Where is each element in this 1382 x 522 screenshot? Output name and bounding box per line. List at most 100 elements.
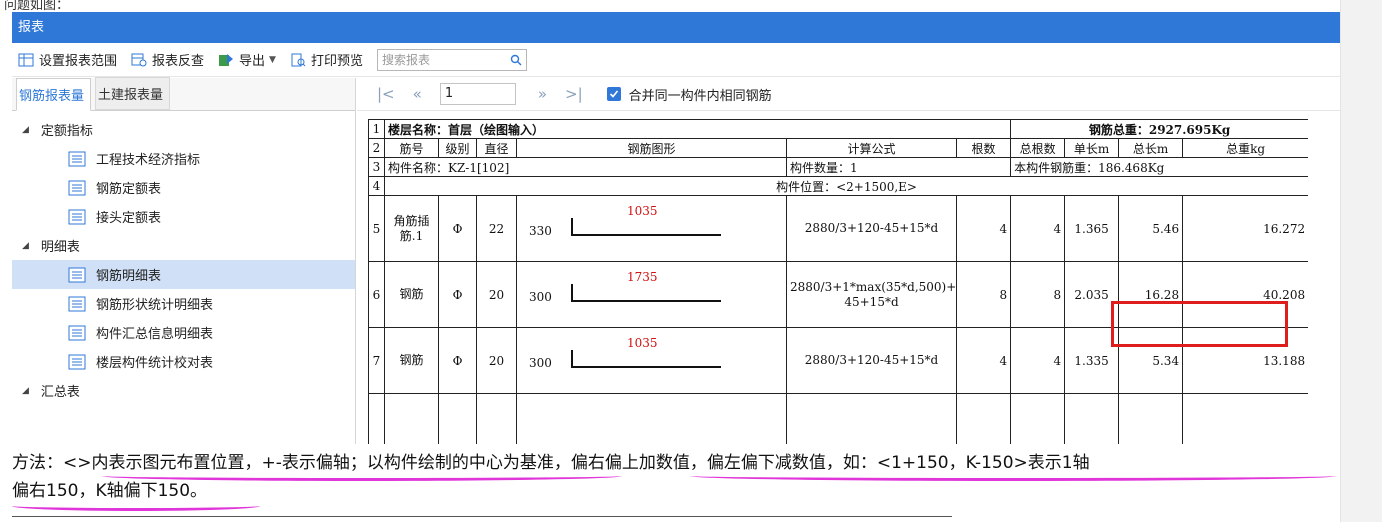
total-weight: 钢筋总重：2927.695Kg [1010,119,1308,139]
print-preview-label: 打印预览 [310,54,363,69]
rebar-total-count: 4 [1010,195,1066,262]
header-cell: 总根数 [1010,138,1066,158]
toolbar: 设置报表范围 报表反查 导出 ▼ 打印预览 搜索报表 [12,43,1340,77]
empty-cell [438,393,477,444]
empty-cell [786,393,957,444]
next-page-icon[interactable]: » [538,85,547,103]
header-cell: 级别 [438,138,477,158]
rebar-formula: 2880/3+120-45+15*d [786,327,957,394]
header-cell: 总重kg [1182,138,1308,158]
rebar-total-weight: 13.188 [1182,327,1308,394]
tab-civil-report[interactable]: 土建报表量 [95,77,171,110]
shape-left-length: 330 [529,224,552,238]
page-number-input[interactable]: 1 [439,83,516,105]
tree-item-economic-index[interactable]: 工程技术经济指标 [12,144,355,173]
tree-group-detail[interactable]: ◢ 明细表 [12,231,355,260]
report-doc-icon [68,180,86,195]
report-table: 1 楼层名称：首层（绘图输入） 钢筋总重：2927.695Kg 2 筋号 级别 … [368,119,1308,444]
search-icon[interactable] [510,54,522,66]
report-doc-icon [68,354,86,369]
empty-cell [1010,393,1066,444]
rebar-diameter: 20 [476,327,517,394]
component-weight: 本构件钢筋重：186.468Kg [1010,157,1308,177]
row-number: 6 [368,261,385,328]
rebar-diameter: 20 [476,261,517,328]
floor-name: 楼层名称：首层（绘图输入） [383,119,1012,139]
tab-rebar-report[interactable]: 钢筋报表量 [16,78,92,111]
merge-checkbox[interactable] [606,87,621,101]
header-cell: 根数 [955,138,1012,158]
last-page-icon[interactable]: >| [565,85,583,103]
row-number: 2 [368,138,385,158]
merge-label: 合并同一构件内相同钢筋 [628,88,772,104]
set-range-button[interactable]: 设置报表范围 [18,50,117,69]
check-icon [609,90,618,98]
empty-cell [1182,393,1308,444]
tree-item-shape-stats[interactable]: 钢筋形状统计明细表 [12,289,355,318]
collapse-triangle-icon[interactable]: ◢ [22,386,29,396]
row-number: 4 [368,176,385,196]
range-icon [18,53,34,66]
report-type-tabs: 钢筋报表量 土建报表量 [12,77,355,111]
export-button[interactable]: 导出 ▼ [218,50,276,69]
collapse-triangle-icon[interactable]: ◢ [22,241,29,251]
rebar-name: 钢筋 [384,327,439,394]
report-row-position: 4 构件位置：<2+1500,E> [368,176,1308,196]
report-window: 报表 设置报表范围 报表反查 导出 ▼ 打印预览 搜索报表 钢筋报表量 土建报表… [12,12,1340,444]
tree-group-quota[interactable]: ◢ 定额指标 [12,115,355,144]
report-view: |< « 1 » >| 合并同一构件内相同钢筋 1 楼层名称：首层（绘图输入） [357,78,1340,444]
rebar-shape: 300 1735 [516,261,787,328]
report-row-component: 3 构件名称：KZ-1[102] 构件数量：1 本构件钢筋重：186.468Kg [368,157,1308,177]
report-row-floor: 1 楼层名称：首层（绘图输入） 钢筋总重：2927.695Kg [368,119,1308,139]
tree-item-rebar-quota[interactable]: 钢筋定额表 [12,173,355,202]
rebar-shape: 330 1035 [516,195,787,262]
rebar-formula: 2880/3+1*max(35*d,500)+120-45+15*d [786,261,957,328]
shape-drawing [571,218,721,236]
report-doc-icon [68,209,86,224]
rebar-name: 角筋插筋.1 [384,195,439,262]
tree-item-joint-quota[interactable]: 接头定额表 [12,202,355,231]
rebar-count: 4 [955,195,1012,262]
rebar-diameter: 22 [476,195,517,262]
report-list-panel: 钢筋报表量 土建报表量 ◢ 定额指标 工程技术经济指标 钢筋定额表 接头定额表 … [12,77,356,444]
tree-item-label: 工程技术经济指标 [96,153,201,168]
set-range-label: 设置报表范围 [39,54,118,69]
tree-item-rebar-detail[interactable]: 钢筋明细表 [12,260,355,289]
reverse-lookup-label: 报表反查 [152,54,205,69]
rebar-grade: Φ [438,261,477,328]
prev-page-icon[interactable]: « [413,85,422,103]
header-cell: 计算公式 [786,138,957,158]
outer-top-text: 问题如图： [4,0,70,12]
note-line-2: 偏右150，K轴偏下150。 [12,481,208,501]
tree-item-component-summary[interactable]: 构件汇总信息明细表 [12,318,355,347]
rebar-row: 6 钢筋 Φ 20 300 1735 2880/3+1*max(35*d,500… [368,261,1308,328]
rebar-name: 钢筋 [384,261,439,328]
tree-item-floor-check[interactable]: 楼层构件统计校对表 [12,347,355,376]
row-number: 5 [368,195,385,262]
rebar-total-count: 4 [1010,327,1066,394]
tree-item-label: 钢筋明细表 [96,269,162,284]
reverse-lookup-button[interactable]: 报表反查 [131,50,204,69]
component-name: 构件名称：KZ-1[102] [384,157,787,177]
collapse-triangle-icon[interactable]: ◢ [22,125,29,135]
row-number: 1 [368,119,385,139]
row-number [368,393,385,444]
tree-group-label: 汇总表 [40,385,80,400]
search-report-input[interactable]: 搜索报表 [376,48,527,71]
print-preview-button[interactable]: 打印预览 [290,50,363,69]
first-page-icon[interactable]: |< [377,85,395,103]
rebar-total-length: 5.46 [1118,195,1184,262]
report-tree: ◢ 定额指标 工程技术经济指标 钢筋定额表 接头定额表 ◢ 明细表 钢筋明细表 … [12,111,355,405]
shape-drawing [571,350,721,368]
shape-left-length: 300 [529,290,552,304]
search-placeholder: 搜索报表 [381,53,430,67]
tree-item-label: 钢筋定额表 [96,182,162,197]
component-count: 构件数量：1 [785,157,1012,177]
tree-group-label: 定额指标 [40,124,93,139]
shape-left-length: 300 [529,356,552,370]
tree-group-summary[interactable]: ◢ 汇总表 [12,376,355,405]
empty-cell [1064,393,1120,444]
rebar-grade: Φ [438,327,477,394]
empty-cell [955,393,1012,444]
report-doc-icon [68,267,86,282]
